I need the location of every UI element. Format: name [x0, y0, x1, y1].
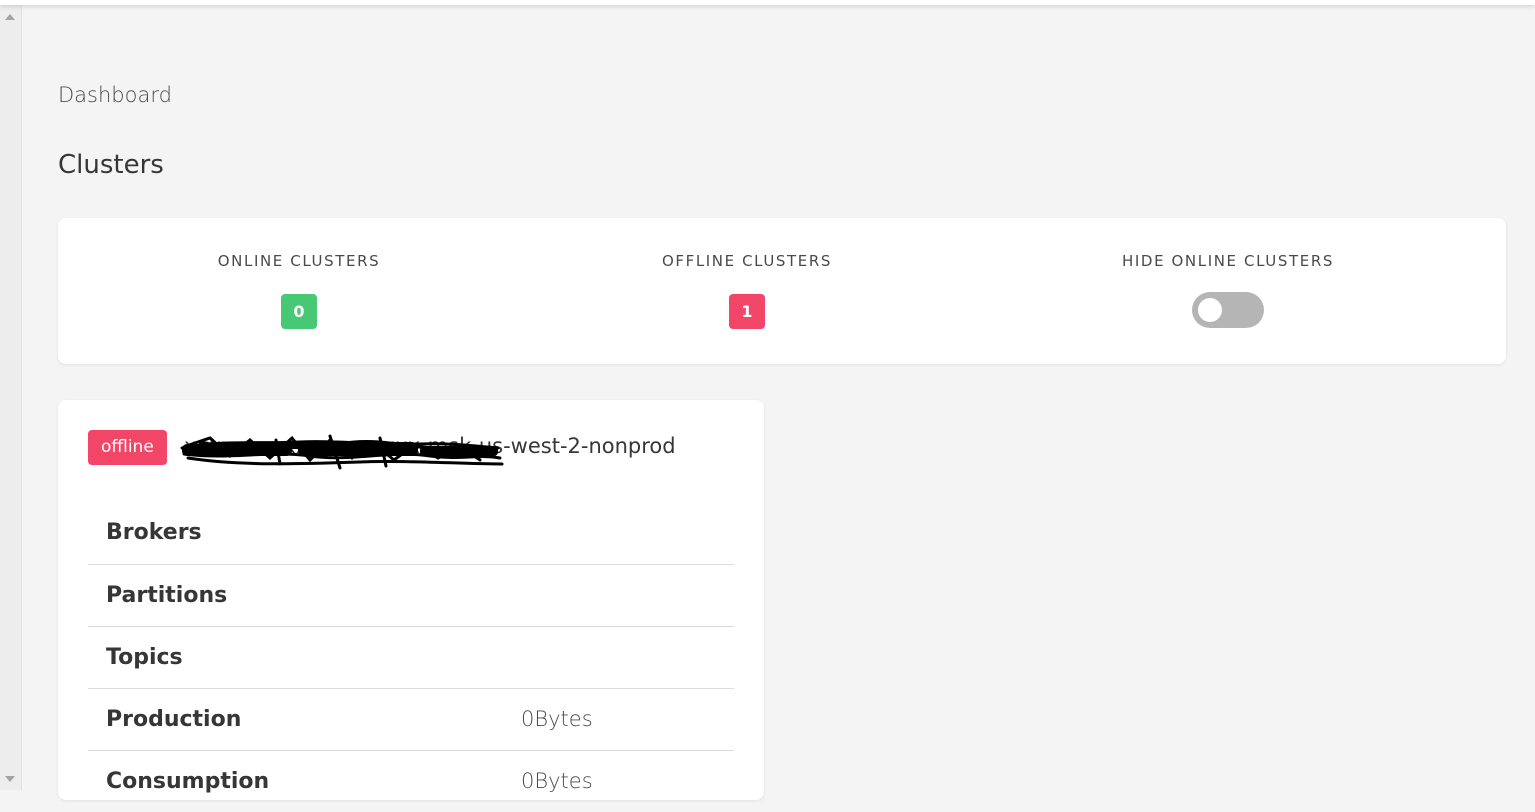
metric-value-production: 0Bytes [521, 707, 593, 731]
online-clusters-count: 0 [281, 294, 317, 329]
cluster-metrics-table: Brokers Partitions Topics Production 0By… [88, 502, 734, 812]
metric-value-partitions [520, 564, 734, 626]
online-clusters-stat: ONLINE CLUSTERS 0 [58, 218, 540, 364]
scroll-up-icon[interactable] [5, 14, 15, 20]
top-bar [0, 0, 1535, 5]
cluster-card: offline xxxxxxxxxxxxxxxxxxx-msk-us-west-… [58, 400, 764, 800]
hide-online-clusters-label: HIDE ONLINE CLUSTERS [1122, 252, 1334, 270]
hide-online-clusters-control: HIDE ONLINE CLUSTERS [987, 218, 1469, 364]
metric-label-production: Production [106, 706, 242, 732]
main-content: Dashboard Clusters ONLINE CLUSTERS 0 OFF… [22, 5, 1535, 800]
cluster-card-header: offline xxxxxxxxxxxxxxxxxxx-msk-us-west-… [88, 430, 728, 470]
vertical-scrollbar[interactable] [0, 0, 22, 790]
cluster-status-badge: offline [88, 430, 167, 465]
breadcrumb[interactable]: Dashboard [58, 83, 172, 107]
metric-value-topics [520, 626, 734, 688]
metric-label-brokers: Brokers [106, 520, 202, 546]
metric-value-brokers [520, 502, 734, 564]
metric-label-topics: Topics [106, 644, 183, 670]
offline-clusters-stat: OFFLINE CLUSTERS 1 [506, 218, 988, 364]
table-row: Consumption 0Bytes [88, 750, 734, 812]
offline-clusters-count: 1 [729, 294, 765, 329]
metric-label-consumption: Consumption [106, 768, 270, 794]
online-clusters-label: ONLINE CLUSTERS [217, 252, 381, 270]
table-row: Brokers [88, 502, 734, 564]
cluster-summary-card: ONLINE CLUSTERS 0 OFFLINE CLUSTERS 1 HID… [58, 218, 1506, 364]
toggle-knob [1198, 298, 1222, 322]
table-row: Topics [88, 626, 734, 688]
metric-value-consumption: 0Bytes [521, 769, 593, 794]
metric-label-partitions: Partitions [106, 582, 228, 608]
scroll-down-icon[interactable] [5, 776, 15, 782]
table-row: Partitions [88, 564, 734, 626]
cluster-name-link[interactable]: xxxxxxxxxxxxxxxxxxx-msk-us-west-2-nonpro… [184, 434, 732, 458]
offline-clusters-label: OFFLINE CLUSTERS [661, 252, 833, 270]
hide-online-clusters-toggle[interactable] [1192, 292, 1264, 328]
page-title: Clusters [58, 150, 164, 180]
table-row: Production 0Bytes [88, 688, 734, 750]
